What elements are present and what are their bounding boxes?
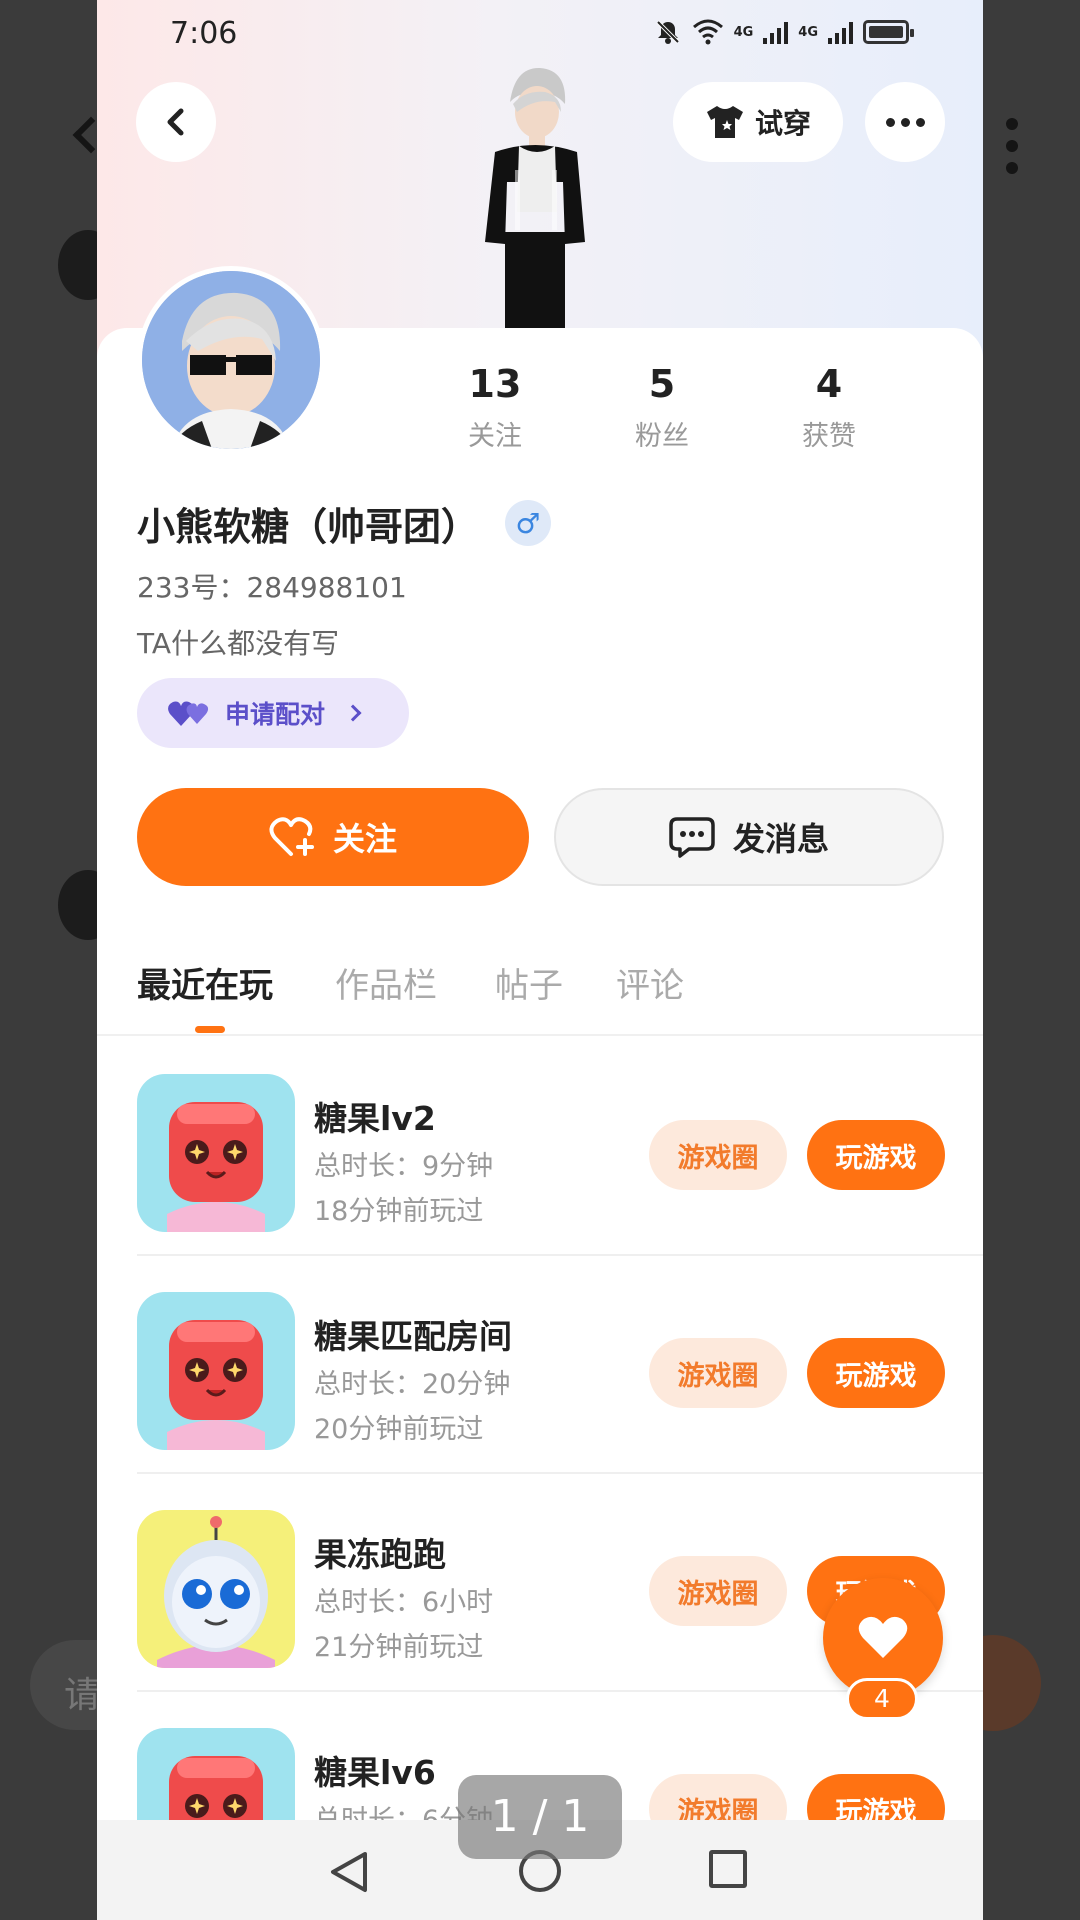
play-game-label: 玩游戏 — [835, 1360, 917, 1392]
signal-icon — [763, 20, 789, 44]
game-icon[interactable] — [137, 1074, 295, 1232]
tab-works[interactable]: 作品栏 — [335, 958, 437, 1007]
stat-value: 5 — [648, 362, 676, 406]
mute-icon — [656, 20, 679, 44]
stat-following[interactable]: 13 关注 — [435, 362, 555, 453]
nav-recents-icon[interactable] — [709, 1850, 747, 1888]
tab-posts[interactable]: 帖子 — [495, 958, 563, 1007]
nav-back-icon[interactable] — [329, 1850, 369, 1894]
character-avatar-3d — [485, 67, 585, 328]
more-button[interactable] — [865, 82, 945, 162]
send-message-button[interactable]: 发消息 — [554, 788, 944, 886]
battery-charging-icon — [863, 20, 914, 44]
signal-icon — [828, 20, 853, 44]
username: 小熊软糖（帅哥团） — [137, 505, 480, 549]
like-count-badge: 4 — [846, 1678, 918, 1720]
try-on-button[interactable]: 试穿 — [673, 82, 843, 162]
status-bar: 7:06 4G 4G — [97, 0, 983, 66]
list-item[interactable]: 糖果匹配房间 总时长：20分钟 20分钟前玩过 游戏圈 玩游戏 — [137, 1256, 983, 1474]
profile-panel: 7:06 4G 4G 试穿 13 关注 5 粉丝 4 获赞 小熊软糖（帅哥团） … — [97, 0, 983, 1920]
chat-bubble-icon — [669, 817, 715, 858]
stat-label: 关注 — [468, 421, 522, 452]
list-item[interactable]: 糖果lv2 总时长：9分钟 18分钟前玩过 游戏圈 玩游戏 — [137, 1038, 983, 1256]
double-heart-icon — [168, 701, 209, 726]
game-duration: 总时长：20分钟 — [314, 1369, 511, 1400]
game-circle-button[interactable]: 游戏圈 — [649, 1120, 787, 1190]
back-button[interactable] — [136, 82, 216, 162]
heart-plus-icon — [269, 817, 314, 856]
chevron-right-icon — [344, 704, 362, 722]
stat-value: 4 — [815, 362, 843, 406]
divider — [97, 1034, 983, 1036]
play-game-button[interactable]: 玩游戏 — [807, 1338, 945, 1408]
tab-recently-played[interactable]: 最近在玩 — [137, 958, 273, 1007]
user-avatar-image — [142, 271, 320, 449]
game-icon[interactable] — [137, 1292, 295, 1450]
follow-label: 关注 — [332, 820, 397, 858]
request-pair-label: 申请配对 — [225, 700, 326, 729]
tab-indicator — [195, 1026, 225, 1033]
signal-type-1: 4G — [733, 24, 754, 40]
tshirt-icon — [706, 106, 743, 138]
wifi-icon — [692, 19, 723, 45]
screen: { "status_bar": { "time": "7:06", "signa… — [0, 0, 1080, 1920]
request-pair-button[interactable]: 申请配对 — [137, 678, 409, 748]
send-message-label: 发消息 — [732, 820, 829, 858]
game-name: 糖果lv2 — [314, 1099, 436, 1138]
game-circle-label: 游戏圈 — [677, 1578, 759, 1610]
game-circle-label: 游戏圈 — [677, 1360, 759, 1392]
chevron-left-icon — [167, 108, 184, 136]
user-bio: TA什么都没有写 — [137, 627, 340, 660]
game-circle-label: 游戏圈 — [677, 1142, 759, 1174]
status-time: 7:06 — [170, 16, 238, 51]
stat-label: 粉丝 — [635, 421, 689, 452]
heart-icon — [858, 1616, 908, 1658]
game-last-played: 21分钟前玩过 — [314, 1632, 484, 1663]
signal-type-2: 4G — [798, 24, 818, 40]
game-duration: 总时长：9分钟 — [314, 1151, 494, 1182]
stat-likes[interactable]: 4 获赞 — [769, 362, 889, 453]
game-name: 糖果lv6 — [314, 1753, 436, 1792]
candy-game-icon — [137, 1074, 295, 1232]
user-id: 233号：284988101 — [137, 571, 407, 604]
game-name: 果冻跑跑 — [314, 1535, 446, 1574]
game-icon[interactable] — [137, 1510, 295, 1668]
game-duration: 总时长：6小时 — [314, 1587, 494, 1618]
game-last-played: 18分钟前玩过 — [314, 1196, 484, 1227]
stat-followers[interactable]: 5 粉丝 — [602, 362, 722, 453]
candy-game-icon — [137, 1292, 295, 1450]
stat-value: 13 — [468, 362, 522, 406]
game-name: 糖果匹配房间 — [314, 1317, 512, 1356]
background-more-icon — [1006, 118, 1020, 184]
try-on-label: 试穿 — [754, 107, 811, 140]
game-last-played: 20分钟前玩过 — [314, 1414, 484, 1445]
play-game-button[interactable]: 玩游戏 — [807, 1120, 945, 1190]
page-indicator: 1 / 1 — [458, 1775, 622, 1859]
more-horizontal-icon — [885, 117, 895, 127]
game-circle-button[interactable]: 游戏圈 — [649, 1338, 787, 1408]
gender-male-icon: ♂ — [505, 500, 551, 546]
follow-button[interactable]: 关注 — [137, 788, 529, 886]
tab-comments[interactable]: 评论 — [616, 958, 684, 1007]
stat-label: 获赞 — [802, 421, 856, 452]
play-game-label: 玩游戏 — [835, 1142, 917, 1174]
game-circle-button[interactable]: 游戏圈 — [649, 1556, 787, 1626]
jelly-run-game-icon — [137, 1510, 295, 1668]
avatar[interactable] — [137, 266, 325, 454]
